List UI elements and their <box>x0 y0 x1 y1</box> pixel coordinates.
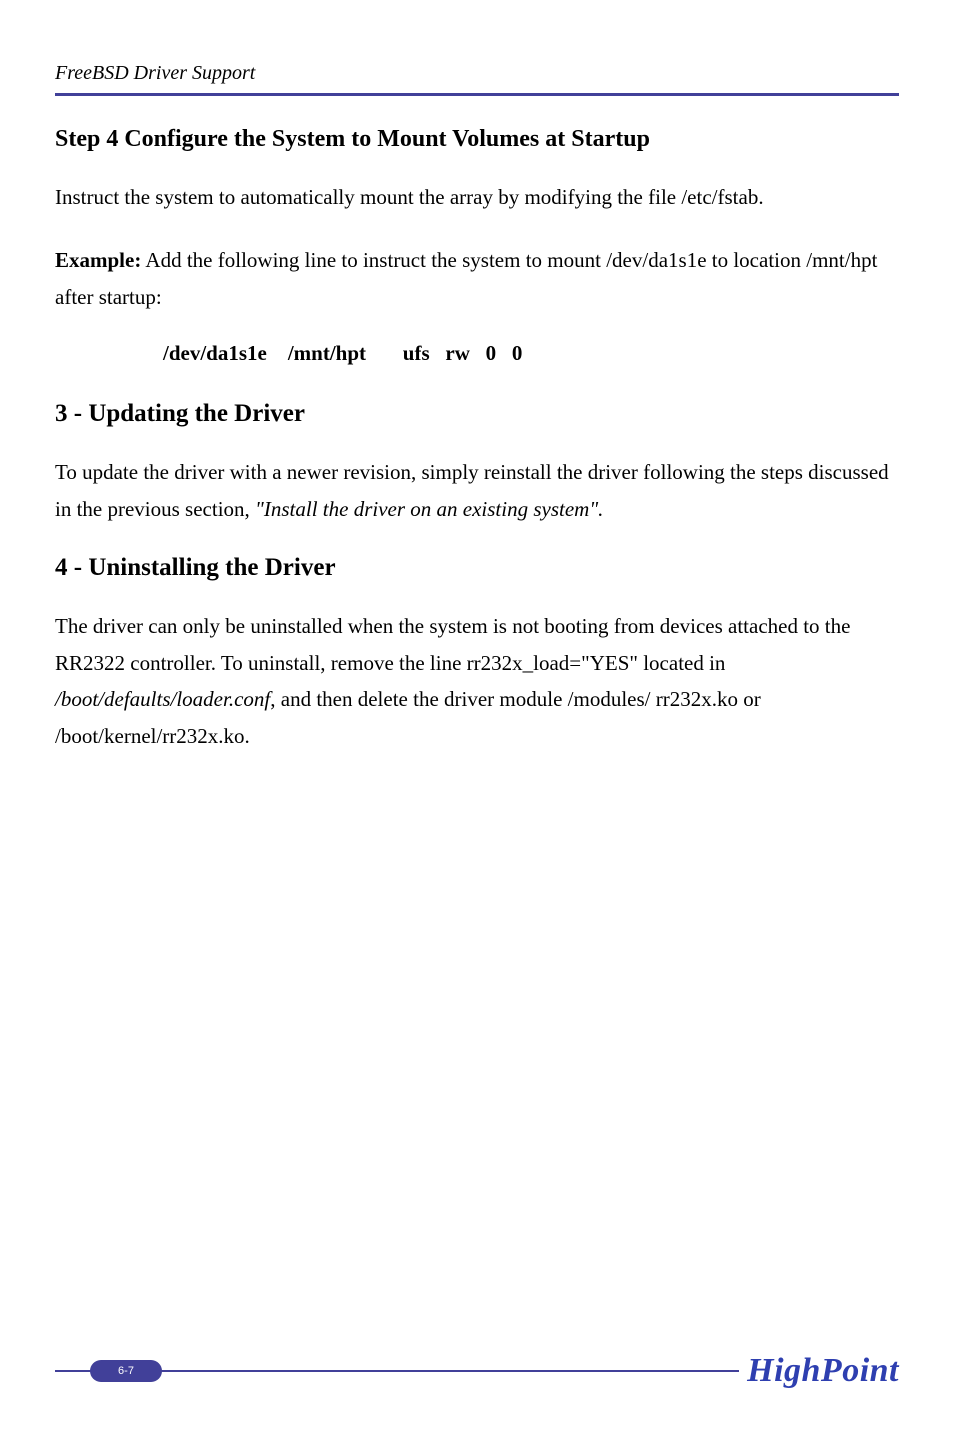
page-footer: 6-7 HighPoint <box>0 1352 954 1392</box>
step4-paragraph-1: Instruct the system to automatically mou… <box>55 179 899 216</box>
brand-logo: HighPoint <box>739 1352 899 1390</box>
section3-heading: 3 - Updating the Driver <box>55 400 899 428</box>
fstab-code-line: /dev/da1s1e /mnt/hpt ufs rw 0 0 <box>55 341 899 366</box>
example-label: Example: <box>55 248 141 272</box>
section4-heading: 4 - Uninstalling the Driver <box>55 554 899 582</box>
section4-path-italic: /boot/defaults/loader.conf <box>55 687 270 711</box>
header-rule <box>55 93 899 96</box>
section4-text-a: The driver can only be uninstalled when … <box>55 614 850 675</box>
step4-heading: Step 4 Configure the System to Mount Vol… <box>55 126 899 153</box>
step4-example-paragraph: Example: Add the following line to instr… <box>55 242 899 316</box>
section4-paragraph: The driver can only be uninstalled when … <box>55 608 899 755</box>
running-header: FreeBSD Driver Support <box>55 62 899 85</box>
example-text: Add the following line to instruct the s… <box>55 248 877 309</box>
section3-paragraph: To update the driver with a newer revisi… <box>55 454 899 528</box>
page-number-pill: 6-7 <box>90 1360 162 1382</box>
section3-italic-ref: "Install the driver on an existing syste… <box>255 497 603 521</box>
